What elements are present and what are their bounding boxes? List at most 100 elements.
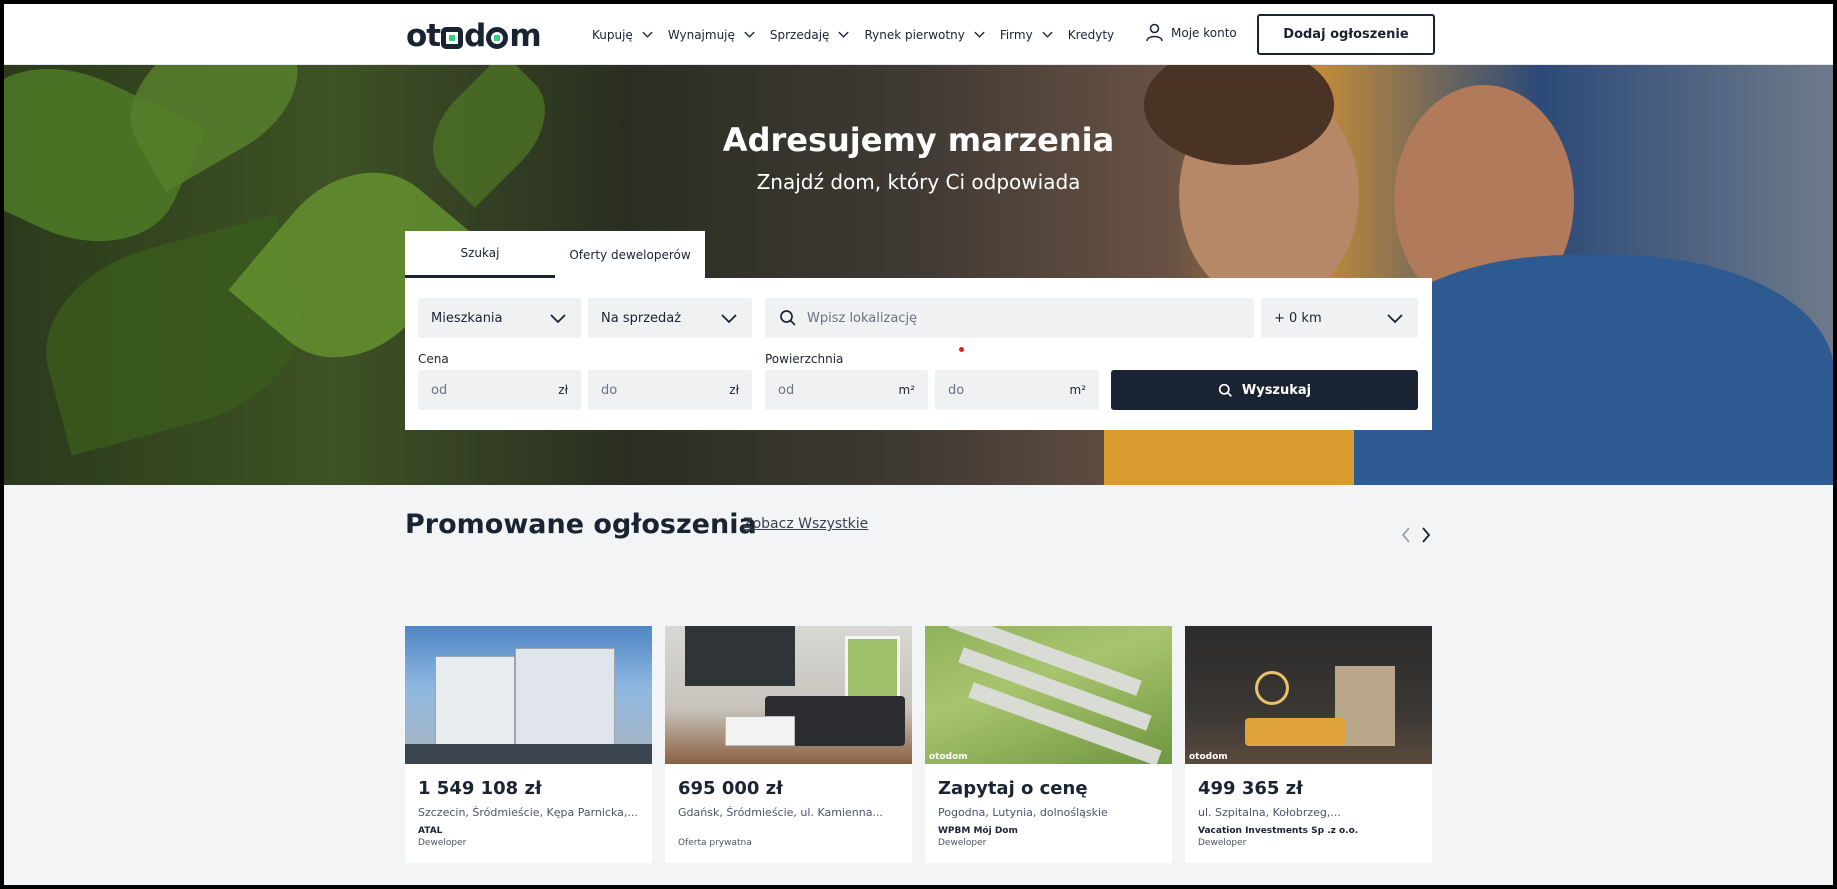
listing-price: 1 549 108 zł	[418, 778, 542, 799]
chevron-down-icon	[838, 31, 850, 38]
nav-kupuje[interactable]: Kupuję	[592, 28, 654, 42]
distance-value: + 0 km	[1274, 310, 1322, 326]
watermark: otodom	[1189, 752, 1228, 762]
listing-location: Gdańsk, Śródmieście, ul. Kamienna...	[678, 806, 883, 819]
listing-type: Deweloper	[1198, 838, 1247, 848]
chevron-down-icon	[744, 31, 755, 38]
nav-sprzedaje[interactable]: Sprzedaję	[770, 28, 851, 42]
price-from-placeholder: od	[431, 382, 448, 398]
add-listing-button[interactable]: Dodaj ogłoszenie	[1257, 14, 1435, 55]
kitchen-cabinet-image	[685, 626, 795, 686]
hero-title: Adresujemy marzenia	[722, 121, 1115, 159]
price-from-input[interactable]: od zł	[418, 370, 581, 410]
area-unit: m²	[1069, 383, 1087, 397]
logo-o-icon	[486, 27, 509, 49]
property-type-value: Mieszkania	[431, 310, 503, 326]
area-label: Powierzchnia	[765, 352, 844, 366]
nav-kredyty[interactable]: Kredyty	[1068, 28, 1114, 42]
search-icon	[1218, 383, 1232, 397]
listing-location: Pogodna, Lutynia, dolnośląskie	[938, 806, 1108, 819]
chevron-down-icon	[1387, 314, 1403, 324]
tab-szukaj[interactable]: Szukaj	[405, 231, 555, 278]
chevron-down-icon	[550, 314, 566, 324]
nav-label: Kredyty	[1067, 27, 1115, 42]
user-icon	[1146, 23, 1163, 42]
nav-wynajmuje[interactable]: Wynajmuję	[668, 28, 756, 42]
main-nav: Kupuję Wynajmuję Sprzedaję Rynek pierwot…	[592, 4, 1128, 65]
search-submit-button[interactable]: Wyszukaj	[1111, 370, 1418, 410]
nav-label: Firmy	[999, 27, 1033, 42]
table-image	[725, 716, 795, 746]
see-all-link[interactable]: Zobacz Wszystkie	[743, 516, 868, 532]
price-to-input[interactable]: do zł	[588, 370, 752, 410]
account-label: Moje konto	[1171, 25, 1237, 40]
nav-rynek-pierwotny[interactable]: Rynek pierwotny	[864, 28, 985, 42]
listing-type: Oferta prywatna	[678, 838, 752, 848]
tab-developer-offers[interactable]: Oferty deweloperów	[555, 231, 705, 278]
listing-agency: ATAL	[418, 826, 443, 836]
search-tabs: Szukaj Oferty deweloperów	[405, 231, 705, 278]
currency-unit: zł	[558, 383, 568, 397]
mirror-image	[1255, 671, 1289, 705]
watermark: otodom	[929, 752, 968, 762]
area-unit: m²	[898, 383, 916, 397]
price-label: Cena	[418, 352, 449, 366]
listing-price: Zapytaj o cenę	[938, 778, 1088, 799]
listing-photo: otodom	[1185, 626, 1432, 764]
nav-label: Wynajmuję	[667, 27, 735, 42]
top-header: ot d m Kupuję Wynajmuję Sprzedaję Rynek pi…	[4, 4, 1833, 65]
search-icon	[780, 310, 796, 326]
property-type-select[interactable]: Mieszkania	[418, 298, 581, 338]
chevron-down-icon	[974, 31, 985, 38]
page: ot d m Kupuję Wynajmuję Sprzedaję Rynek pi…	[4, 4, 1833, 885]
chevron-left-icon[interactable]	[1400, 526, 1412, 544]
area-from-input[interactable]: od m²	[765, 370, 928, 410]
listing-location: Szczecin, Śródmieście, Kępa Parnicka,...	[418, 806, 638, 819]
location-placeholder: Wpisz lokalizację	[807, 310, 918, 326]
listing-type: Deweloper	[418, 838, 467, 848]
listing-photo: otodom	[925, 626, 1172, 764]
listing-photo	[665, 626, 912, 764]
listing-card[interactable]: otodom Zapytaj o cenę Pogodna, Lutynia, …	[925, 626, 1172, 863]
indicator-dot	[959, 347, 964, 352]
listing-card[interactable]: 695 000 zł Gdańsk, Śródmieście, ul. Kami…	[665, 626, 912, 863]
sofa-image	[1245, 718, 1345, 746]
search-panel: Mieszkania Na sprzedaż Wpisz lokalizację…	[405, 278, 1432, 430]
listing-card[interactable]: otodom 499 365 zł ul. Szpitalna, Kołobrz…	[1185, 626, 1432, 863]
listing-agency: WPBM Mój Dom	[938, 826, 1018, 836]
transaction-type-select[interactable]: Na sprzedaż	[588, 298, 752, 338]
listing-type: Deweloper	[938, 838, 987, 848]
otodom-logo[interactable]: ot d m	[406, 18, 542, 54]
currency-unit: zł	[729, 383, 739, 397]
listing-photo	[405, 626, 652, 764]
chevron-down-icon	[642, 31, 653, 38]
promoted-cards: 1 549 108 zł Szczecin, Śródmieście, Kępa…	[405, 626, 1445, 863]
chevron-down-icon	[721, 314, 737, 324]
nav-label: Sprzedaję	[769, 27, 830, 42]
location-input[interactable]: Wpisz lokalizację	[765, 298, 1254, 338]
nav-label: Kupuję	[592, 27, 633, 42]
promoted-title: Promowane ogłoszenia	[405, 509, 757, 540]
chevron-right-icon[interactable]	[1420, 526, 1432, 544]
hero-subtitle: Znajdź dom, który Ci odpowiada	[756, 170, 1081, 194]
listing-price: 499 365 zł	[1198, 778, 1303, 799]
listing-price: 695 000 zł	[678, 778, 783, 799]
my-account-link[interactable]: Moje konto	[1146, 23, 1237, 42]
building-image	[515, 648, 615, 756]
area-to-placeholder: do	[948, 382, 965, 398]
nav-label: Rynek pierwotny	[864, 27, 965, 42]
search-submit-label: Wyszukaj	[1241, 382, 1312, 398]
transaction-type-value: Na sprzedaż	[601, 310, 682, 326]
logo-mark-icon	[441, 27, 464, 49]
building-image	[435, 656, 515, 756]
area-to-input[interactable]: do m²	[935, 370, 1099, 410]
area-from-placeholder: od	[778, 382, 795, 398]
listing-location: ul. Szpitalna, Kołobrzeg,...	[1198, 806, 1341, 819]
listing-card[interactable]: 1 549 108 zł Szczecin, Śródmieście, Kępa…	[405, 626, 652, 863]
distance-select[interactable]: + 0 km	[1261, 298, 1418, 338]
nav-firmy[interactable]: Firmy	[1000, 28, 1054, 42]
price-to-placeholder: do	[601, 382, 618, 398]
chevron-down-icon	[1042, 31, 1053, 38]
street-image	[405, 744, 652, 764]
listing-agency: Vacation Investments Sp .z o.o.	[1198, 826, 1359, 836]
